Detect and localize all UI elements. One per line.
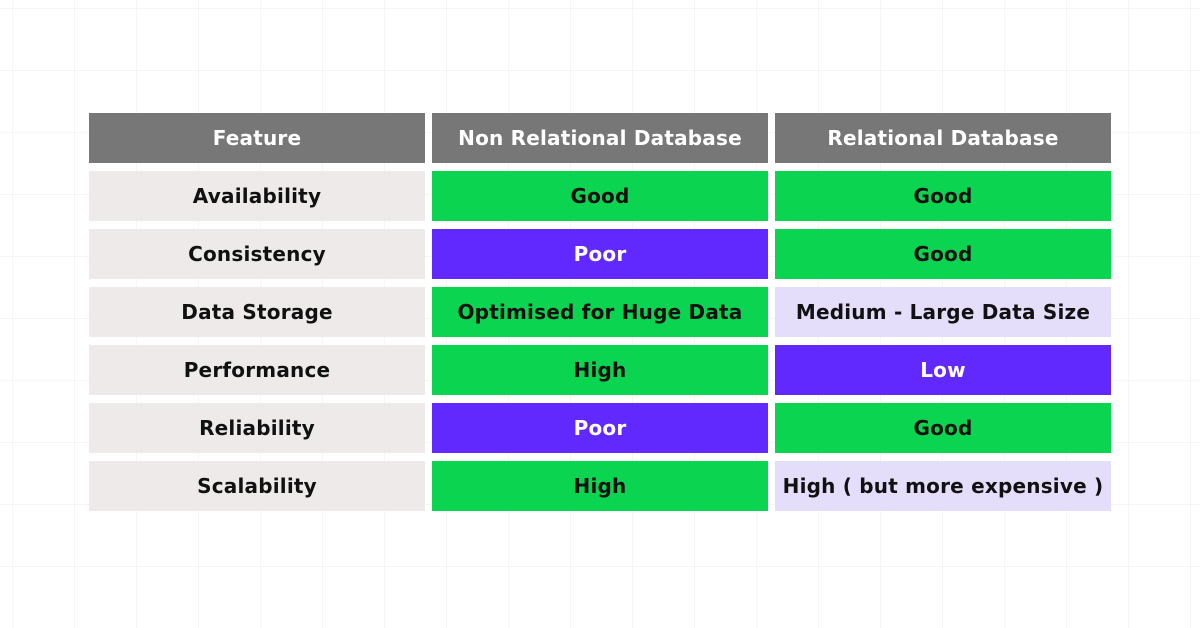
non-relational-cell: High (432, 345, 768, 395)
non-relational-cell: Good (432, 171, 768, 221)
relational-cell: Good (775, 403, 1111, 453)
comparison-table: Feature Non Relational Database Relation… (89, 113, 1111, 511)
feature-cell: Reliability (89, 403, 425, 453)
header-non-relational: Non Relational Database (432, 113, 768, 163)
relational-cell: Good (775, 171, 1111, 221)
feature-cell: Scalability (89, 461, 425, 511)
feature-cell: Availability (89, 171, 425, 221)
non-relational-cell: High (432, 461, 768, 511)
relational-cell: High ( but more expensive ) (775, 461, 1111, 511)
header-feature: Feature (89, 113, 425, 163)
non-relational-cell: Poor (432, 403, 768, 453)
non-relational-cell: Optimised for Huge Data (432, 287, 768, 337)
relational-cell: Medium - Large Data Size (775, 287, 1111, 337)
feature-cell: Performance (89, 345, 425, 395)
feature-cell: Consistency (89, 229, 425, 279)
relational-cell: Good (775, 229, 1111, 279)
header-relational: Relational Database (775, 113, 1111, 163)
non-relational-cell: Poor (432, 229, 768, 279)
feature-cell: Data Storage (89, 287, 425, 337)
relational-cell: Low (775, 345, 1111, 395)
